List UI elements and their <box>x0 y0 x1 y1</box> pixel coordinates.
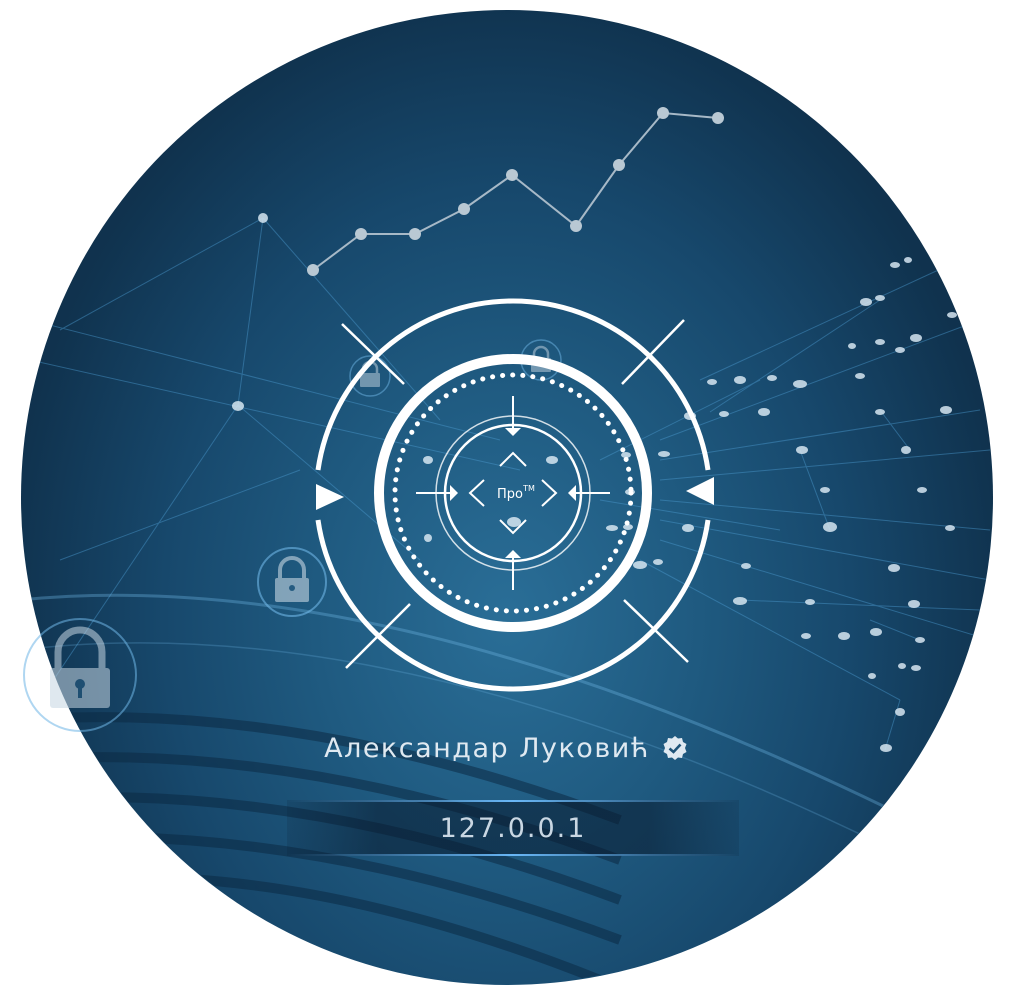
network-lines <box>29 217 991 751</box>
lock-icon <box>257 547 327 617</box>
logo-text: Про <box>497 487 523 502</box>
trademark-mark: TM <box>522 484 535 493</box>
user-name: Александар Луковић <box>324 732 650 764</box>
verified-check-icon <box>663 736 687 760</box>
trend-line-graphic <box>307 107 724 276</box>
user-identity: Александар Луковић <box>0 726 1012 770</box>
ip-address-text: 127.0.0.1 <box>439 812 587 844</box>
ip-address-field: 127.0.0.1 <box>287 800 739 856</box>
